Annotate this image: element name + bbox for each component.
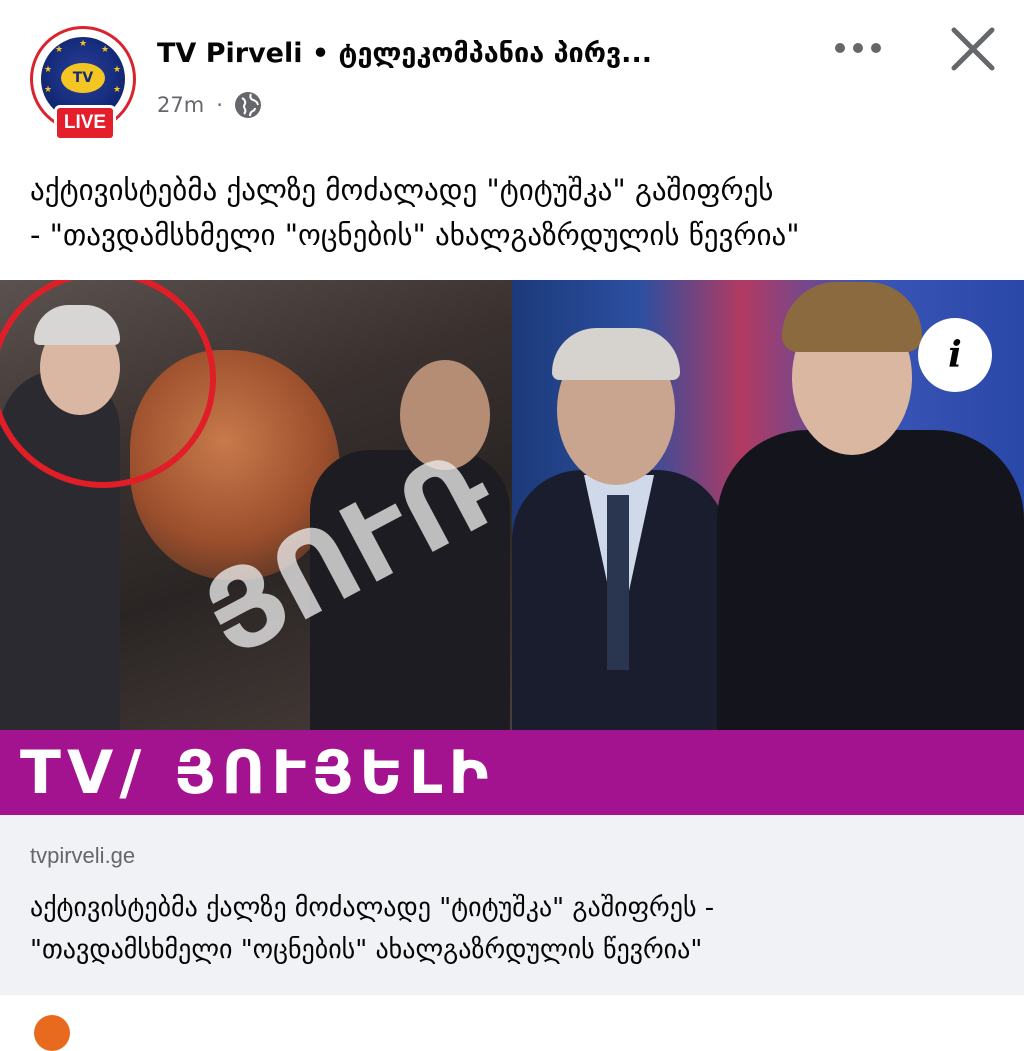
tie [607, 495, 629, 670]
info-icon[interactable]: i [918, 318, 992, 392]
post-meta: 27m · [157, 90, 263, 120]
post-text: აქტივისტებმა ქალზე მოძალადე "ტიტუშკა" გა… [30, 168, 1000, 258]
link-title: აქტივისტებმა ქალზე მოძალადე "ტიტუშკა" გა… [30, 887, 990, 971]
globe-icon [234, 92, 261, 118]
meta-separator: · [216, 93, 223, 117]
avatar-logo-text: TV [61, 63, 105, 93]
photo-left-scene: ՅՈՒՌ [0, 280, 513, 730]
more-options-icon[interactable] [832, 36, 884, 60]
link-domain: tvpirveli.ge [30, 843, 136, 868]
post-text-line-1: აქტივისტებმა ქალზე მოძალადე "ტიტუშკა" გა… [30, 173, 774, 207]
older-man-hair [552, 328, 680, 380]
photo-right-scene: i [512, 280, 1024, 730]
page-name-link[interactable]: TV Pirveli • ტელეკომპანია პირვ... [157, 38, 652, 69]
post-image[interactable]: ՅՈՒՌ i TV/ ՅՈՒՅԵԼԻ [0, 280, 1024, 815]
reaction-avatar-partial [34, 1015, 70, 1051]
post-text-line-2: - "თავდამსხმელი "ოცნების" ახალგაზრდულის … [30, 218, 800, 252]
link-preview[interactable]: tvpirveli.ge აქტივისტებმა ქალზე მოძალადე… [0, 815, 1024, 995]
link-title-line-1: აქტივისტებმა ქალზე მოძალადე "ტიტუშკა" გა… [30, 893, 715, 923]
close-icon[interactable] [948, 24, 998, 74]
brand-strip-text: TV/ ՅՈՒՅԵԼԻ [20, 738, 495, 808]
young-man-body [717, 430, 1024, 730]
link-title-line-2: "თავდამსხმელი "ოცნების" ახალგაზრდულის წე… [30, 935, 703, 965]
live-badge: LIVE [54, 105, 116, 141]
brand-strip: TV/ ՅՈՒՅԵԼԻ [0, 730, 1024, 815]
young-man-hair [782, 282, 922, 352]
post-header: ★ ★ ★ ★ ★ ★ ★ TV LIVE TV Pirveli • ტელეკ… [0, 0, 1024, 150]
post-time[interactable]: 27m [157, 93, 204, 117]
